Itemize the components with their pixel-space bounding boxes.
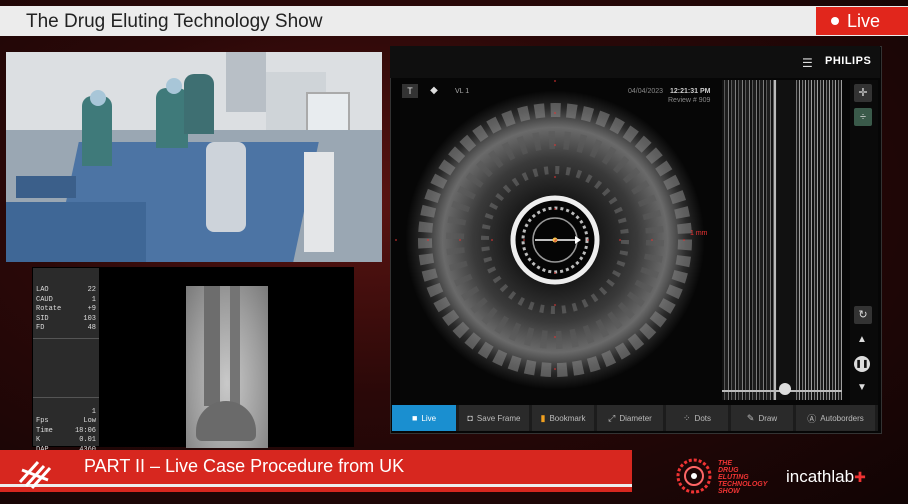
save-frame-button[interactable]: ◘ Save Frame	[459, 405, 529, 431]
live-badge: Live	[816, 7, 908, 35]
move-icon[interactable]: ✛	[854, 84, 872, 102]
dots-button[interactable]: ⁘ Dots	[666, 405, 728, 431]
camera-icon: ■	[411, 413, 418, 423]
draw-button[interactable]: ✎ Draw	[731, 405, 793, 431]
live-dot-icon	[831, 17, 839, 25]
ivus-toolbar: ■ Live ◘ Save Frame ▮ Bookmark ⤢ Diameter ⁘ D…	[392, 405, 878, 431]
skip-down-icon[interactable]: ▼	[857, 382, 867, 393]
draw-icon: ✎	[746, 412, 755, 423]
show-title: The Drug Eluting Technology Show	[26, 11, 323, 32]
pullback-slider-handle[interactable]	[779, 383, 791, 395]
show-logo-icon	[18, 460, 52, 490]
xray-info-panel: LAO 22 CAUD 1 Rotate +9 SID 103 FD 48 1 Fps Lo…	[33, 268, 99, 479]
xray-info-top: LAO 22 CAUD 1 Rotate +9 SID 103 FD 48	[36, 286, 96, 332]
skip-up-icon[interactable]: ▲	[857, 334, 867, 345]
autoborders-button[interactable]: Ⓐ Autoborders	[796, 405, 875, 431]
longitudinal-view	[722, 80, 842, 400]
autoborders-icon: Ⓐ	[807, 413, 817, 424]
dots-icon: ⁘	[683, 412, 691, 423]
philips-logo: PHILIPS	[825, 55, 872, 67]
menu-icon[interactable]: ☰	[802, 56, 813, 70]
bookmark-button[interactable]: ▮ Bookmark	[532, 405, 594, 431]
split-icon[interactable]: ÷	[854, 108, 872, 126]
live-label: Live	[847, 10, 881, 31]
ruler-icon: ⤢	[608, 412, 616, 423]
refresh-icon[interactable]: ↻	[854, 306, 872, 324]
pause-icon[interactable]: ❚❚	[854, 356, 870, 372]
ivus-side-toolbar: ✛ ÷ ↻ ▲ ❚❚ ▼	[850, 80, 878, 406]
lower-third-caption: PART II – Live Case Procedure from UK	[84, 456, 405, 476]
bookmark-icon: ▮	[540, 412, 546, 423]
scale-label: 1 mm	[690, 230, 708, 237]
live-button[interactable]: ■ Live	[392, 405, 456, 431]
operating-room-video	[6, 52, 382, 262]
drug-eluting-show-logo-text: THE DRUG ELUTING TECHNOLOGY SHOW	[718, 460, 768, 495]
xray-image	[186, 286, 268, 448]
diameter-button[interactable]: ⤢ Diameter	[597, 405, 663, 431]
ivus-cross-section	[395, 80, 715, 400]
incathlab-logo: incathlab✚	[786, 467, 866, 486]
lower-third-underline	[0, 484, 632, 487]
drug-eluting-show-logo-icon	[676, 458, 712, 494]
save-frame-icon: ◘	[467, 413, 473, 423]
